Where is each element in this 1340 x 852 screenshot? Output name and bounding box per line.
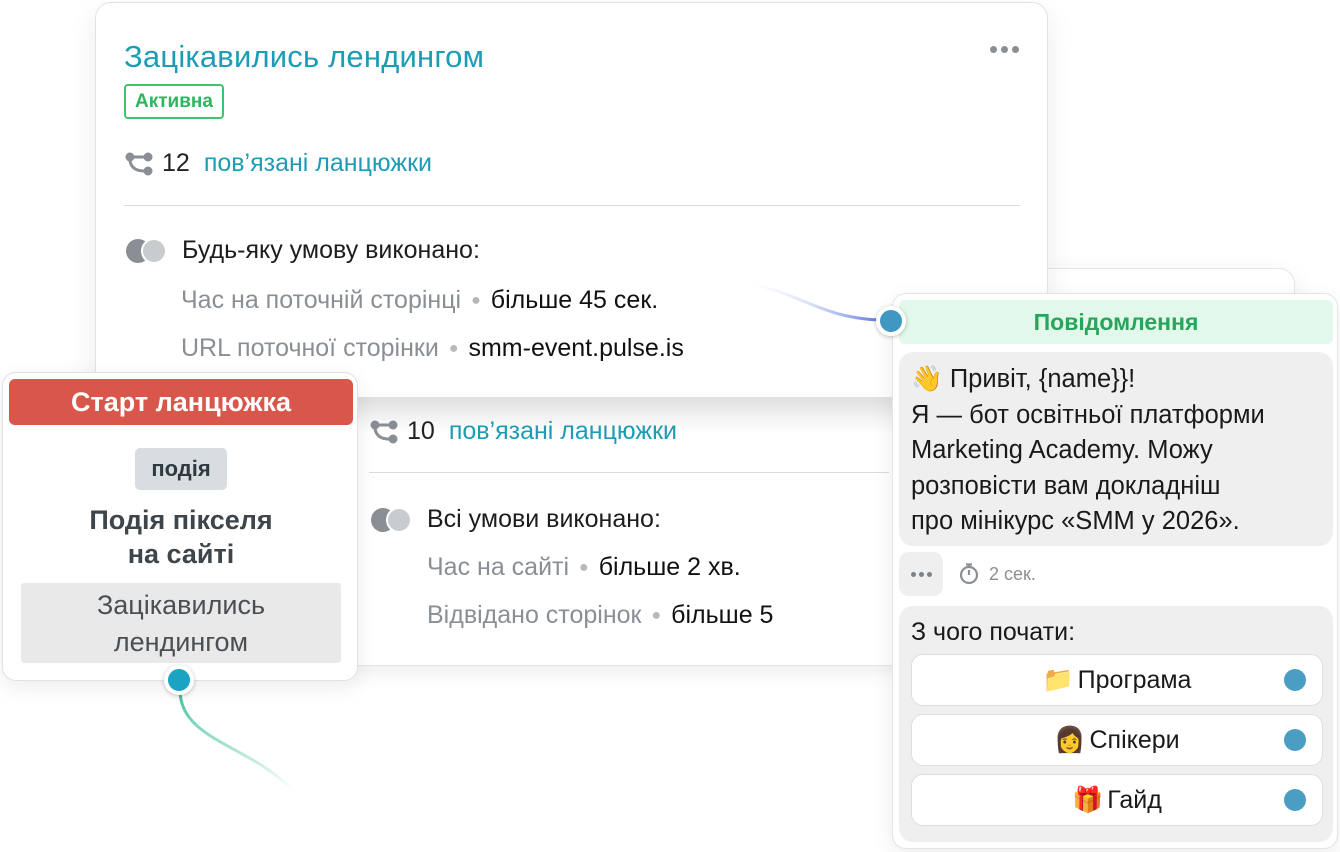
event-value-line: Зацікавились (96, 590, 266, 620)
gift-emoji: 🎁 (1072, 785, 1104, 814)
connector-line (741, 280, 881, 322)
message-input-port[interactable] (876, 306, 906, 336)
buttons-panel: З чого почати: 📁 Програма 👩 Спікери 🎁 Гайд (899, 606, 1333, 842)
connector-line (178, 689, 294, 792)
message-line: 👋 Привіт, {name}}! (911, 365, 1136, 393)
folder-emoji: 📁 (1042, 665, 1074, 694)
message-bubble[interactable]: 👋 Привіт, {name}}! Я — бот освітньої пла… (899, 352, 1333, 546)
button-label: Програма (1077, 666, 1192, 694)
message-card[interactable]: Повідомлення 👋 Привіт, {name}}! Я — бот … (892, 293, 1338, 849)
message-line: Я — бот освітньої платформи (911, 400, 1265, 429)
start-header: Старт ланцюжка (9, 379, 353, 425)
timer-icon (959, 563, 979, 585)
delay-text: 2 сек. (989, 563, 1036, 584)
button-label: Гайд (1107, 786, 1162, 814)
event-title: Подія пікселя на сайті (21, 503, 341, 571)
message-line: Marketing Academy. Можу (911, 436, 1213, 464)
message-line: про мінікурс «SMM у 2026». (911, 507, 1240, 535)
message-meta: 2 сек. (899, 552, 1036, 596)
woman-emoji: 👩 (1054, 725, 1086, 754)
start-chain-card[interactable]: Старт ланцюжка подія Подія пікселя на са… (2, 372, 358, 681)
event-title-line: на сайті (127, 539, 235, 569)
button-output-port[interactable] (1284, 789, 1306, 811)
button-label: Спікери (1089, 726, 1180, 754)
button-output-port[interactable] (1284, 669, 1306, 691)
reply-button-speakers[interactable]: 👩 Спікери (911, 714, 1323, 766)
start-output-port[interactable] (164, 665, 194, 695)
event-value[interactable]: Зацікавились лендингом (21, 583, 341, 663)
reply-button-program[interactable]: 📁 Програма (911, 654, 1323, 706)
buttons-title: З чого почати: (911, 618, 1076, 646)
event-value-line: лендингом (113, 627, 249, 657)
flow-canvas: 10 пов’язані ланцюжки Всі умови виконано… (0, 0, 1340, 852)
event-type-chip: подія (135, 448, 227, 490)
message-header: Повідомлення (899, 300, 1333, 344)
more-icon[interactable] (899, 552, 943, 596)
message-line: розповісти вам докладніш (911, 471, 1221, 500)
button-output-port[interactable] (1284, 729, 1306, 751)
reply-button-guide[interactable]: 🎁 Гайд (911, 774, 1323, 826)
event-title-line: Подія пікселя (89, 505, 273, 535)
